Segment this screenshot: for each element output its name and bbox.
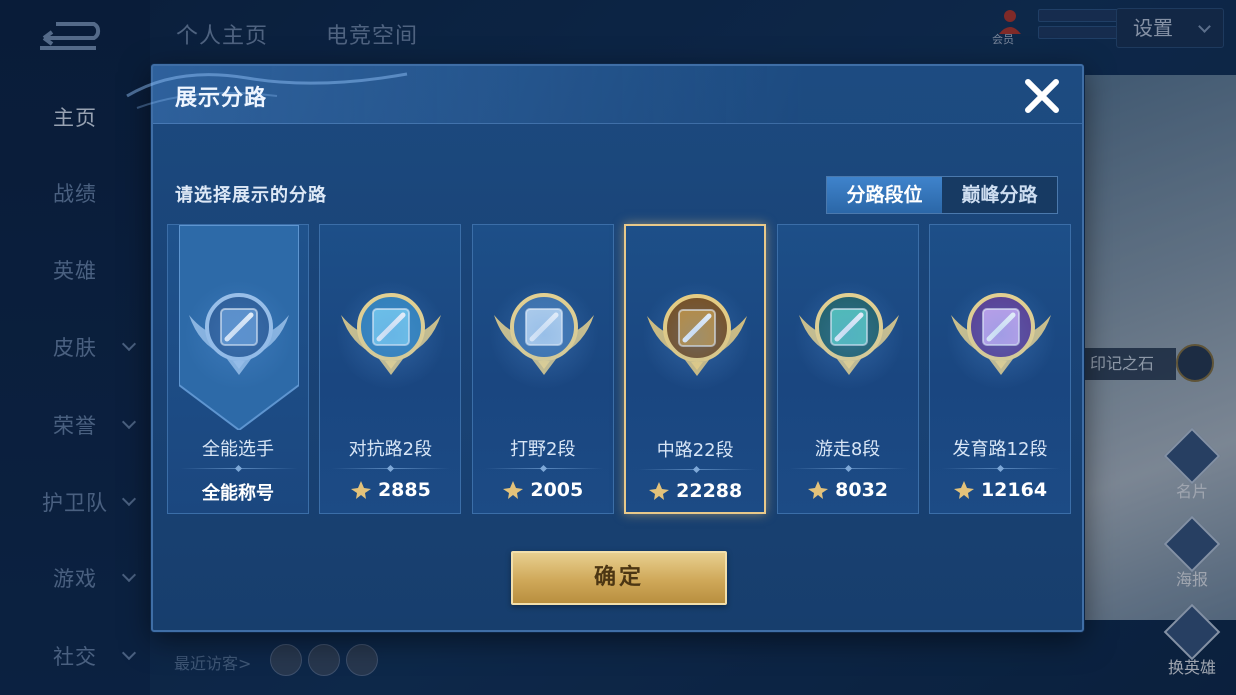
lane-card-value-row: 全能称号: [168, 479, 308, 505]
divider: [789, 468, 908, 469]
lane-card-value: 8032: [835, 479, 889, 501]
lane-card-value: 全能称号: [202, 483, 274, 504]
divider: [942, 468, 1060, 469]
lane-card-label: 中路22段: [656, 440, 734, 461]
lane-card-value: 12164: [980, 479, 1048, 501]
lane-card-value-row: 22288: [626, 480, 764, 502]
jungle-badge-icon: [484, 275, 604, 395]
rank-points-icon: [808, 481, 829, 499]
lane-card-label: 对抗路2段: [348, 439, 433, 460]
lane-card[interactable]: 发育路12段 12164: [929, 224, 1071, 514]
lane-card-value-row: 12164: [930, 479, 1070, 501]
modal-subtitle: 请选择展示的分路: [175, 185, 327, 206]
lane-card-value-row: 2885: [320, 479, 460, 501]
lane-card-value: 22288: [676, 480, 743, 502]
close-icon[interactable]: [1022, 76, 1062, 116]
lane-card-value-row: 8032: [778, 479, 918, 501]
lane-mode-toggle: 分路段位 巅峰分路: [826, 176, 1058, 214]
lane-card-value-row: 2005: [473, 479, 613, 501]
lane-card-value: 2005: [530, 479, 584, 501]
confirm-button[interactable]: 确定: [511, 551, 727, 605]
lane-card[interactable]: 对抗路2段 2885: [319, 224, 462, 514]
lane-card-label: 打野2段: [510, 439, 576, 460]
divider: [180, 468, 298, 469]
lane-card[interactable]: 全能选手 全能称号: [167, 224, 309, 514]
rank-points-icon: [503, 481, 524, 499]
all-round-badge-icon: [179, 275, 299, 395]
divider: [332, 468, 451, 469]
roam-badge-icon: [789, 275, 909, 395]
lane-card-label: 游走8段: [814, 439, 881, 460]
modal-title: 展示分路: [175, 86, 268, 111]
lane-card[interactable]: 中路22段 22288: [624, 224, 767, 514]
modal-header: 展示分路: [126, 66, 1082, 124]
clash-lane-badge-icon: [331, 275, 451, 395]
lane-card-value: 2885: [377, 479, 431, 501]
farm-lane-badge-icon: [941, 275, 1061, 395]
toggle-peak-lane[interactable]: 巅峰分路: [942, 177, 1057, 213]
lane-display-modal: 展示分路 请选择展示的分路 分路段位 巅峰分路 全能选手 全能称号 对抗路2段 288…: [126, 64, 1084, 632]
lane-card-list: 全能选手 全能称号 对抗路2段 2885 打野2段 2005 中路22段 22288 游走8段 8…: [167, 224, 1071, 514]
mid-lane-badge-icon: [637, 276, 757, 396]
lane-card[interactable]: 打野2段 2005: [471, 224, 614, 514]
rank-points-icon: [649, 482, 670, 500]
divider: [484, 468, 603, 469]
lane-card-label: 全能选手: [202, 439, 274, 460]
divider: [638, 469, 757, 470]
rank-points-icon: [350, 481, 371, 499]
toggle-lane-rank[interactable]: 分路段位: [827, 177, 942, 213]
lane-card[interactable]: 游走8段 8032: [776, 224, 919, 514]
rank-points-icon: [953, 481, 974, 499]
lane-card-label: 发育路12段: [952, 439, 1048, 460]
